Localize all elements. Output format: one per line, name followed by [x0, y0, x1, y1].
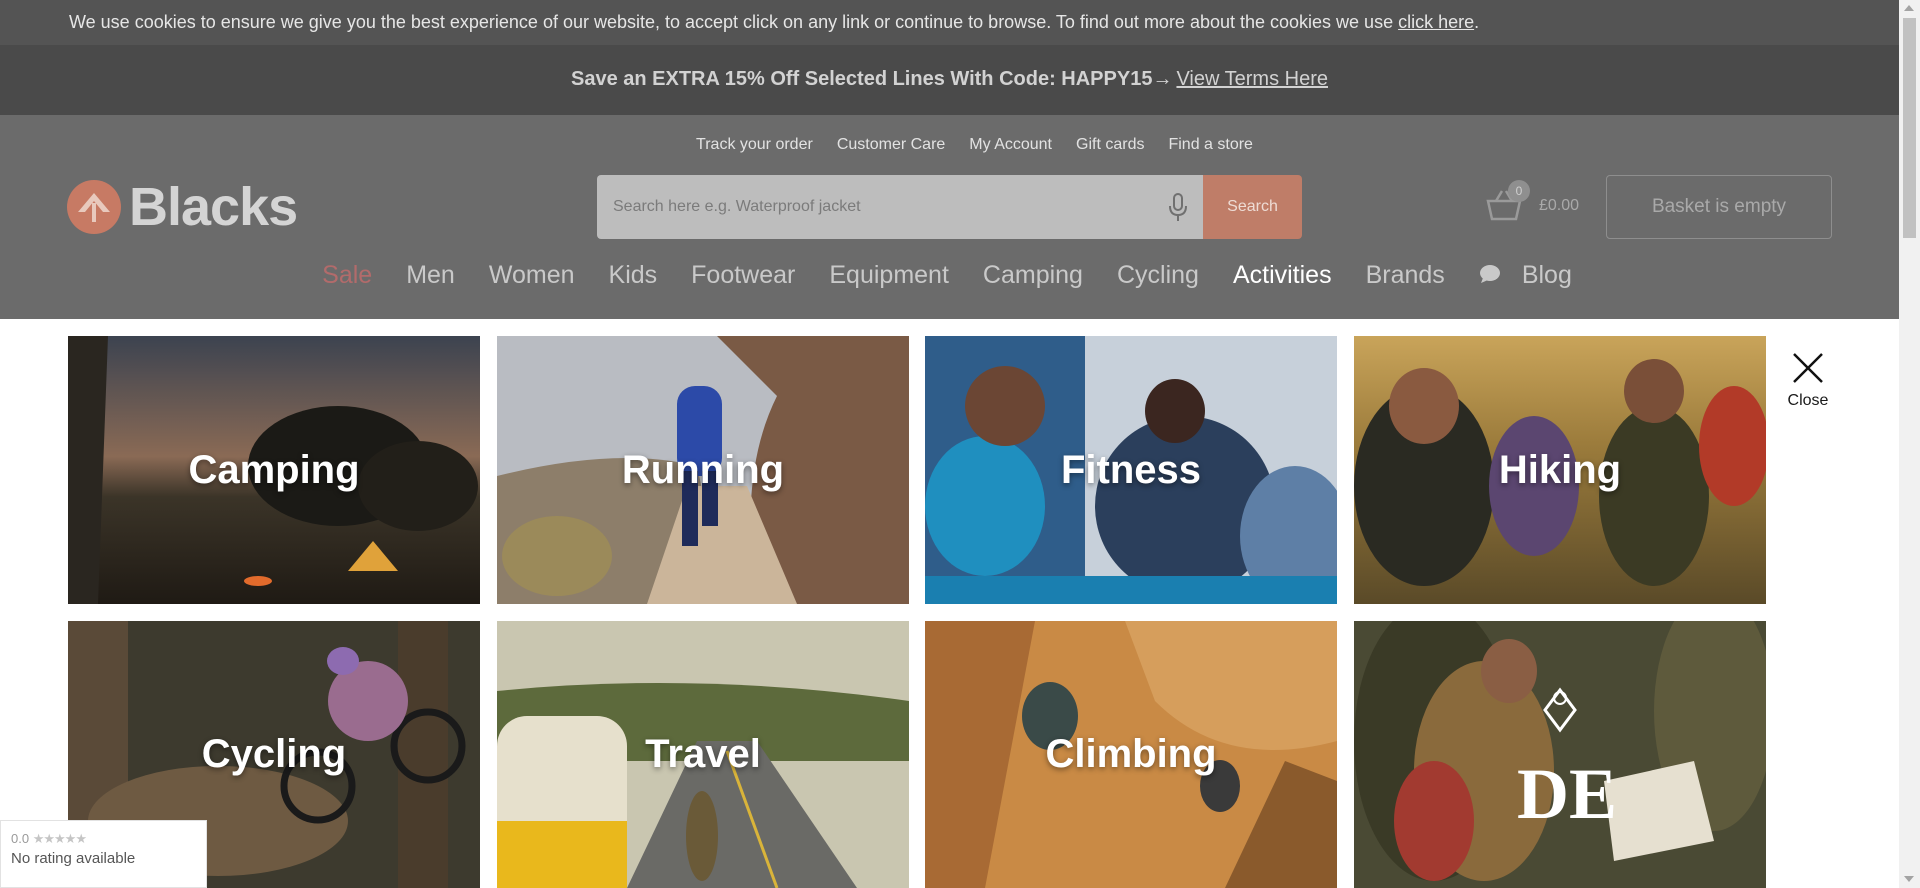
- site-header: Track your order Customer Care My Accoun…: [0, 115, 1899, 319]
- search-bar: Search: [597, 175, 1302, 239]
- promo-text: Save an EXTRA 15% Off Selected Lines Wit…: [570, 68, 1173, 90]
- nav-item-sale[interactable]: Sale: [305, 261, 389, 290]
- close-button[interactable]: Close: [1786, 350, 1830, 410]
- scroll-down-arrow-icon[interactable]: [1904, 876, 1914, 882]
- tile-label: Camping: [188, 447, 360, 492]
- svg-text:DE: DE: [1517, 754, 1615, 830]
- activity-tile-travel[interactable]: Travel: [497, 621, 909, 888]
- utility-links: Track your order Customer Care My Accoun…: [0, 136, 1899, 154]
- tile-label: Cycling: [201, 732, 347, 776]
- tile-label: Climbing: [1045, 732, 1217, 776]
- basket-total: £0.00: [1539, 197, 1580, 214]
- nav-item-men[interactable]: Men: [389, 261, 472, 290]
- tile-label: Hiking: [1498, 447, 1622, 492]
- util-link-gift-cards[interactable]: Gift cards: [1076, 136, 1144, 154]
- util-link-find-store[interactable]: Find a store: [1168, 136, 1252, 154]
- rating-text: No rating available: [11, 850, 136, 867]
- scroll-thumb[interactable]: [1903, 18, 1916, 238]
- nav-item-women[interactable]: Women: [472, 261, 592, 290]
- activity-tile-dofe[interactable]: DE: [1354, 621, 1766, 888]
- promo-terms-link[interactable]: View Terms Here: [1176, 68, 1328, 90]
- tile-label: Fitness: [1060, 447, 1202, 492]
- nav-item-blog-label: Blog: [1521, 261, 1572, 289]
- nav-item-activities[interactable]: Activities: [1216, 261, 1349, 290]
- nav-item-footwear[interactable]: Footwear: [674, 261, 812, 290]
- rating-score-value: 0.0: [11, 831, 30, 846]
- tile-label: Running: [621, 447, 785, 492]
- search-field: [597, 175, 1203, 239]
- scroll-up-arrow-icon[interactable]: [1904, 5, 1914, 11]
- activity-tile-fitness[interactable]: Fitness: [925, 336, 1337, 604]
- close-icon: [1793, 353, 1823, 383]
- page: We use cookies to ensure we give you the…: [0, 0, 1920, 888]
- cookie-end: .: [1474, 12, 1480, 32]
- speech-bubble-icon: [1479, 265, 1500, 283]
- nav-item-brands[interactable]: Brands: [1349, 261, 1462, 290]
- microphone-icon[interactable]: [1167, 193, 1189, 223]
- tile-label: Travel: [645, 732, 761, 776]
- promo-banner: Save an EXTRA 15% Off Selected Lines Wit…: [0, 45, 1899, 115]
- site-logo[interactable]: Blacks: [67, 176, 298, 238]
- search-button[interactable]: Search: [1203, 175, 1302, 239]
- cookie-link[interactable]: click here: [1398, 12, 1474, 32]
- rating-score: 0.0 ★★★★★: [11, 831, 196, 847]
- nav-item-camping[interactable]: Camping: [966, 261, 1100, 290]
- nav-item-blog[interactable]: Blog: [1462, 261, 1606, 290]
- scrollbar[interactable]: [1899, 0, 1920, 888]
- activity-tile-running[interactable]: Running: [497, 336, 909, 604]
- dofe-logo: DE: [1517, 687, 1615, 830]
- logo-text: Blacks: [129, 177, 298, 237]
- logo-mountain-icon: [67, 180, 121, 234]
- nav-item-cycling[interactable]: Cycling: [1100, 261, 1216, 290]
- util-link-my-account[interactable]: My Account: [969, 136, 1052, 154]
- nav-item-kids[interactable]: Kids: [592, 261, 675, 290]
- close-label: Close: [1787, 392, 1829, 409]
- util-link-customer-care[interactable]: Customer Care: [837, 136, 945, 154]
- rating-stars-icon: ★★★★★: [32, 831, 87, 846]
- activity-tile-climbing[interactable]: Climbing: [925, 621, 1337, 888]
- cookie-banner: We use cookies to ensure we give you the…: [0, 0, 1899, 45]
- nav-item-equipment[interactable]: Equipment: [812, 261, 966, 290]
- cookie-text: We use cookies to ensure we give you the…: [69, 12, 1399, 32]
- main-nav: Sale Men Women Kids Footwear Equipment C…: [0, 261, 1899, 290]
- search-input[interactable]: [597, 175, 1203, 239]
- basket-button[interactable]: Basket is empty: [1606, 175, 1832, 239]
- rating-widget[interactable]: 0.0 ★★★★★ No rating available: [0, 820, 207, 888]
- activity-tile-camping[interactable]: Camping: [68, 336, 480, 604]
- activity-tile-hiking[interactable]: Hiking: [1354, 336, 1766, 604]
- util-link-track-order[interactable]: Track your order: [696, 136, 813, 154]
- basket-count-badge: 0: [1508, 180, 1530, 202]
